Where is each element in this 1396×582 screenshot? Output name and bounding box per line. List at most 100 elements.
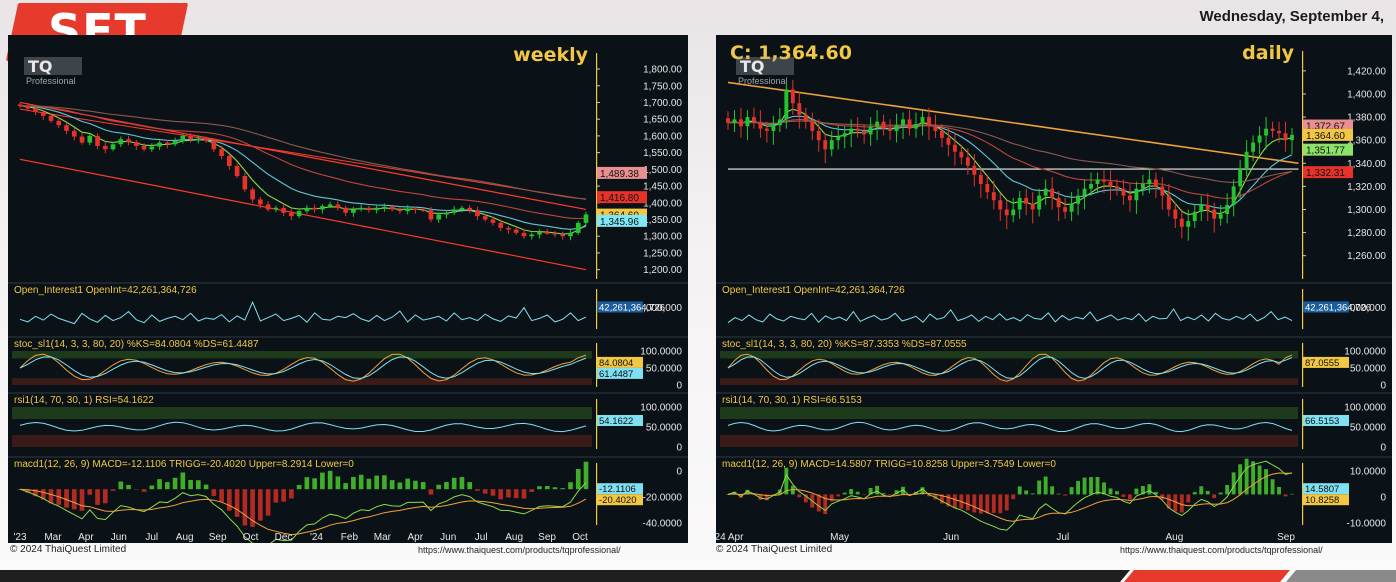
macd-histogram-bar xyxy=(87,489,93,495)
candle-body xyxy=(397,209,403,212)
x-tick-label: Feb xyxy=(341,532,359,543)
candle-body xyxy=(296,211,302,217)
candle-body xyxy=(952,144,957,152)
macd-histogram-bar xyxy=(273,489,279,503)
candle-body xyxy=(281,207,286,213)
macd-histogram-bar xyxy=(849,489,854,495)
candle-body xyxy=(1153,179,1158,187)
candle-body xyxy=(875,121,880,127)
macd-histogram-bar xyxy=(855,491,860,495)
x-tick-label: Apr xyxy=(408,532,424,543)
macd-histogram-bar xyxy=(1063,494,1068,496)
candle-body xyxy=(1160,186,1165,196)
candle-body xyxy=(1115,186,1119,189)
candle-body xyxy=(1283,133,1288,141)
candle-body xyxy=(95,135,100,146)
overbought-zone xyxy=(720,351,1298,359)
value-label-text: 1,345.96 xyxy=(600,217,639,228)
x-tick-label: Sep xyxy=(538,532,556,543)
candle-body xyxy=(490,219,496,223)
candle-body xyxy=(849,128,854,134)
pane-tick-label: -20.0000 xyxy=(643,493,683,504)
macd-histogram-bar xyxy=(1076,481,1081,495)
candle-body xyxy=(1134,188,1139,201)
indicator-label: Open_Interest1 OpenInt=42,261,364,726 xyxy=(14,285,197,296)
x-tick-label: '23 xyxy=(13,532,26,543)
macd-histogram-bar xyxy=(335,476,341,490)
candle-body xyxy=(250,189,255,200)
open-interest-line xyxy=(19,300,587,325)
candle-body xyxy=(965,157,970,166)
candle-body xyxy=(258,199,263,205)
candle-body xyxy=(172,140,178,145)
candle-body xyxy=(823,140,828,150)
copyright-weekly: © 2024 ThaiQuest Limited xyxy=(10,544,127,555)
weekly-chart-svg: 1,800.00 1,750.00 1,700.00 1,650.00 1,600.00… xyxy=(8,44,688,543)
macd-histogram-bar xyxy=(397,482,403,490)
macd-histogram-bar xyxy=(506,489,511,498)
macd-histogram-bar xyxy=(816,494,821,512)
logo-text: TQ xyxy=(28,57,53,76)
pane-tick-label: 100.0000 xyxy=(1344,347,1386,358)
y-tick-label: 1,280.00 xyxy=(1347,228,1386,239)
macd-histogram-bar xyxy=(219,489,224,502)
pane-tick-label: 50.0000 xyxy=(1350,423,1387,434)
candle-body xyxy=(537,232,542,235)
macd-histogram-bar xyxy=(490,489,496,496)
candle-body xyxy=(467,207,473,211)
candle-body xyxy=(985,184,990,193)
value-label-text: 1,364.60 xyxy=(1306,131,1345,142)
x-tick-label: Jul xyxy=(475,532,488,543)
candle-body xyxy=(894,125,899,131)
oversold-zone xyxy=(720,378,1298,385)
candle-body xyxy=(1102,179,1106,182)
candle-body xyxy=(1063,207,1068,212)
candle-body xyxy=(1017,197,1022,210)
pane-value-label-text: 42,261,364,726 xyxy=(1305,303,1371,314)
candle-body xyxy=(1270,128,1275,131)
pane-tick-label: -10.0000 xyxy=(1347,519,1387,530)
candle-body xyxy=(475,210,480,217)
candle-body xyxy=(1043,188,1048,196)
indicator-label: macd1(12, 26, 9) MACD=14.5807 TRIGG=10.8… xyxy=(722,459,1056,470)
pane-tick-label: 0 xyxy=(676,381,682,392)
pane-tick-label: -40.0000 xyxy=(643,519,683,530)
y-tick-label: 1,300.00 xyxy=(1347,205,1386,216)
macd-histogram-bar xyxy=(1225,484,1230,495)
macd-histogram-bar xyxy=(48,489,54,504)
candle-body xyxy=(732,119,737,123)
overbought-zone xyxy=(12,351,592,359)
candle-body xyxy=(498,222,504,228)
macd-histogram-bar xyxy=(467,482,473,490)
url-daily[interactable]: https://www.thaiquest.com/products/tqpro… xyxy=(1120,545,1323,555)
candle-body xyxy=(1225,204,1230,215)
x-tick-label: '24 xyxy=(310,532,323,543)
rsi-upper-zone xyxy=(12,407,592,419)
macd-histogram-bar xyxy=(71,489,77,510)
candle-body xyxy=(790,89,795,104)
pane-value-label-text: -20.4020 xyxy=(599,495,637,506)
macd-histogram-bar xyxy=(459,477,465,490)
candle-body xyxy=(544,232,550,234)
candle-body xyxy=(335,204,341,208)
macd-histogram-bar xyxy=(1199,486,1204,495)
indicator-label: macd1(12, 26, 9) MACD=-12.1106 TRIGG=-20… xyxy=(14,459,354,470)
macd-histogram-bar xyxy=(413,480,418,490)
pane-value-label-text: 66.5153 xyxy=(1305,416,1339,427)
macd-histogram-bar xyxy=(797,494,802,498)
macd-histogram-bar xyxy=(1050,486,1055,495)
x-tick-label: Jun xyxy=(943,532,959,543)
macd-histogram-bar xyxy=(1024,490,1029,495)
macd-histogram-bar xyxy=(513,489,519,499)
macd-histogram-bar xyxy=(102,489,108,504)
candle-body xyxy=(797,103,802,115)
x-tick-label: Jul xyxy=(145,532,158,543)
macd-histogram-bar xyxy=(1069,487,1074,495)
macd-histogram-bar xyxy=(829,494,834,502)
macd-histogram-bar xyxy=(95,489,100,505)
candle-body xyxy=(552,232,558,235)
pane-value-label-text: 10.8258 xyxy=(1305,495,1339,506)
url-weekly[interactable]: https://www.thaiquest.com/products/tqpro… xyxy=(418,545,621,555)
candle-body xyxy=(1186,221,1191,227)
candle-body xyxy=(157,142,162,147)
